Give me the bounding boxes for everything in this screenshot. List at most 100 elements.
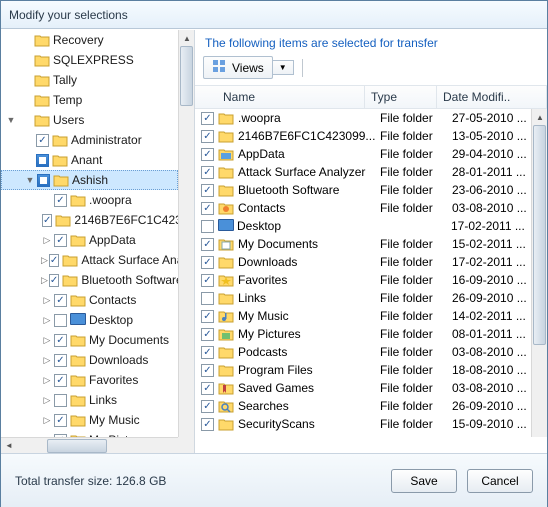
list-row[interactable]: My DocumentsFile folder15-02-2011 ... bbox=[195, 235, 531, 253]
checkbox[interactable] bbox=[54, 394, 67, 407]
tree-item[interactable]: Tally bbox=[1, 70, 178, 90]
tree-item[interactable]: Temp bbox=[1, 90, 178, 110]
expander-open-icon[interactable]: ▼ bbox=[5, 114, 17, 126]
list-row[interactable]: FavoritesFile folder16-09-2010 ... bbox=[195, 271, 531, 289]
checkbox[interactable] bbox=[54, 234, 67, 247]
checkbox[interactable] bbox=[201, 310, 214, 323]
scroll-thumb[interactable] bbox=[47, 439, 107, 453]
list-row[interactable]: SecurityScansFile folder15-09-2010 ... bbox=[195, 415, 531, 433]
expander-closed-icon[interactable]: ▷ bbox=[41, 254, 48, 266]
list-row[interactable]: Saved GamesFile folder03-08-2010 ... bbox=[195, 379, 531, 397]
list-row[interactable]: ContactsFile folder03-08-2010 ... bbox=[195, 199, 531, 217]
list-row[interactable]: DownloadsFile folder17-02-2011 ... bbox=[195, 253, 531, 271]
checkbox[interactable] bbox=[201, 328, 214, 341]
checkbox[interactable] bbox=[201, 346, 214, 359]
tree-item[interactable]: ▼Ashish bbox=[1, 170, 178, 190]
column-header-date[interactable]: Date Modifi.. bbox=[437, 86, 547, 108]
list-vertical-scrollbar[interactable]: ▲ bbox=[531, 109, 547, 437]
tree-item[interactable]: 2146B7E6FC1C423099 bbox=[1, 210, 178, 230]
tree-item[interactable]: ▷Favorites bbox=[1, 370, 178, 390]
list-row[interactable]: Desktop17-02-2011 ... bbox=[195, 217, 531, 235]
scroll-up-icon[interactable]: ▲ bbox=[532, 109, 547, 125]
checkbox[interactable] bbox=[201, 418, 214, 431]
checkbox[interactable] bbox=[36, 134, 49, 147]
expander-closed-icon[interactable]: ▷ bbox=[41, 314, 53, 326]
checkbox[interactable] bbox=[54, 414, 67, 427]
checkbox[interactable] bbox=[54, 294, 67, 307]
tree-item[interactable]: ▷My Pictures bbox=[1, 430, 178, 437]
list-row[interactable]: Program FilesFile folder18-08-2010 ... bbox=[195, 361, 531, 379]
checkbox[interactable] bbox=[201, 184, 214, 197]
checkbox[interactable] bbox=[201, 400, 214, 413]
cancel-button[interactable]: Cancel bbox=[467, 469, 533, 493]
column-header-name[interactable]: Name bbox=[195, 86, 365, 108]
views-dropdown-arrow[interactable]: ▼ bbox=[273, 60, 294, 75]
tree-item[interactable]: ▷AppData bbox=[1, 230, 178, 250]
tree-item[interactable]: ▷Attack Surface Analyz bbox=[1, 250, 178, 270]
tree-item[interactable]: ▼Users bbox=[1, 110, 178, 130]
checkbox[interactable] bbox=[201, 382, 214, 395]
checkbox[interactable] bbox=[201, 148, 214, 161]
checkbox[interactable] bbox=[201, 202, 214, 215]
views-button[interactable]: Views bbox=[203, 56, 273, 79]
tree-item[interactable]: ▷Contacts bbox=[1, 290, 178, 310]
tree-item[interactable]: ▷My Music bbox=[1, 410, 178, 430]
scroll-left-icon[interactable]: ◄ bbox=[1, 438, 17, 454]
checkbox[interactable] bbox=[54, 374, 67, 387]
list-row[interactable]: AppDataFile folder29-04-2010 ... bbox=[195, 145, 531, 163]
checkbox[interactable] bbox=[49, 274, 59, 287]
tree-item[interactable]: SQLEXPRESS bbox=[1, 50, 178, 70]
expander-closed-icon[interactable]: ▷ bbox=[41, 354, 53, 366]
tree-item[interactable]: ▷My Documents bbox=[1, 330, 178, 350]
checkbox[interactable] bbox=[54, 334, 67, 347]
checkbox[interactable] bbox=[37, 174, 50, 187]
checkbox[interactable] bbox=[201, 256, 214, 269]
expander-closed-icon[interactable]: ▷ bbox=[41, 274, 48, 286]
checkbox[interactable] bbox=[201, 112, 214, 125]
checkbox[interactable] bbox=[54, 314, 67, 327]
list-row[interactable]: SearchesFile folder26-09-2010 ... bbox=[195, 397, 531, 415]
list-row[interactable]: LinksFile folder26-09-2010 ... bbox=[195, 289, 531, 307]
tree-horizontal-scrollbar[interactable]: ◄ bbox=[1, 437, 178, 453]
checkbox[interactable] bbox=[201, 166, 214, 179]
column-header-type[interactable]: Type bbox=[365, 86, 437, 108]
checkbox[interactable] bbox=[54, 354, 67, 367]
list-row[interactable]: My PicturesFile folder08-01-2011 ... bbox=[195, 325, 531, 343]
list-row[interactable]: PodcastsFile folder03-08-2010 ... bbox=[195, 343, 531, 361]
scroll-thumb[interactable] bbox=[180, 46, 193, 106]
checkbox[interactable] bbox=[201, 220, 214, 233]
tree-item[interactable]: ▷Desktop bbox=[1, 310, 178, 330]
checkbox[interactable] bbox=[201, 274, 214, 287]
expander-closed-icon[interactable]: ▷ bbox=[41, 394, 53, 406]
expander-closed-icon[interactable]: ▷ bbox=[41, 234, 53, 246]
checkbox[interactable] bbox=[42, 214, 52, 227]
tree-item[interactable]: Recovery bbox=[1, 30, 178, 50]
tree-item[interactable]: .woopra bbox=[1, 190, 178, 210]
tree-item[interactable]: ▷Downloads bbox=[1, 350, 178, 370]
expander-closed-icon[interactable]: ▷ bbox=[41, 294, 53, 306]
checkbox[interactable] bbox=[49, 254, 59, 267]
list-row[interactable]: Attack Surface AnalyzerFile folder28-01-… bbox=[195, 163, 531, 181]
save-button[interactable]: Save bbox=[391, 469, 457, 493]
checkbox[interactable] bbox=[201, 292, 214, 305]
list-row[interactable]: My MusicFile folder14-02-2011 ... bbox=[195, 307, 531, 325]
tree-item[interactable]: Administrator bbox=[1, 130, 178, 150]
checkbox[interactable] bbox=[201, 130, 214, 143]
tree-item[interactable]: Anant bbox=[1, 150, 178, 170]
expander-closed-icon[interactable]: ▷ bbox=[41, 414, 53, 426]
checkbox[interactable] bbox=[201, 238, 214, 251]
checkbox[interactable] bbox=[54, 194, 67, 207]
expander-closed-icon[interactable]: ▷ bbox=[41, 334, 53, 346]
tree-vertical-scrollbar[interactable]: ▲ bbox=[178, 30, 194, 437]
checkbox[interactable] bbox=[36, 154, 49, 167]
checkbox[interactable] bbox=[201, 364, 214, 377]
scroll-thumb[interactable] bbox=[533, 125, 546, 345]
tree-item[interactable]: ▷Bluetooth Software bbox=[1, 270, 178, 290]
list-row[interactable]: .woopraFile folder27-05-2010 ... bbox=[195, 109, 531, 127]
scroll-up-icon[interactable]: ▲ bbox=[179, 30, 195, 46]
list-row[interactable]: Bluetooth SoftwareFile folder23-06-2010 … bbox=[195, 181, 531, 199]
tree-item[interactable]: ▷Links bbox=[1, 390, 178, 410]
expander-closed-icon[interactable]: ▷ bbox=[41, 374, 53, 386]
expander-open-icon[interactable]: ▼ bbox=[24, 174, 36, 186]
list-row[interactable]: 2146B7E6FC1C423099...File folder13-05-20… bbox=[195, 127, 531, 145]
